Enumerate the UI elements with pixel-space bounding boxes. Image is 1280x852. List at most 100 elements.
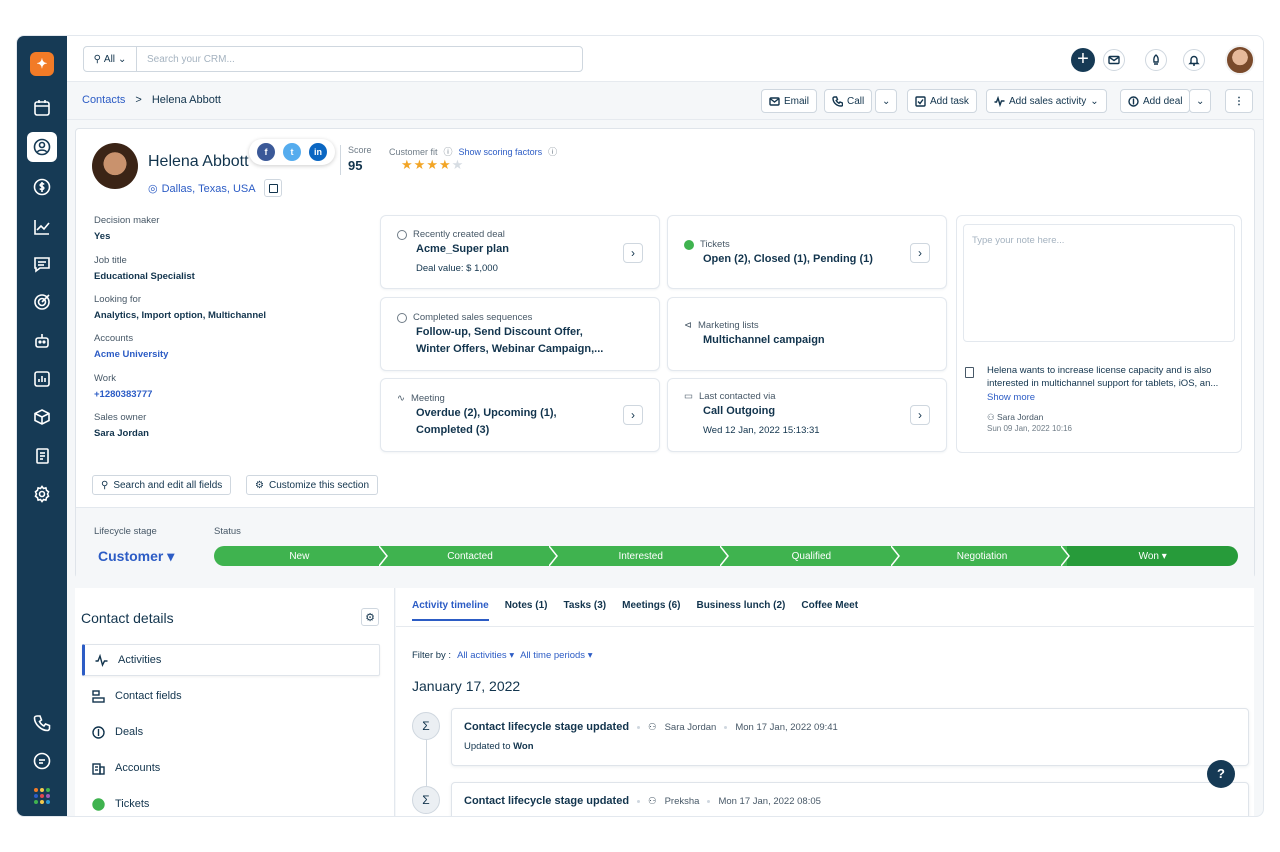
linkedin-icon[interactable]: in — [309, 143, 327, 161]
sigma-icon: Σ — [412, 712, 440, 740]
user-avatar[interactable] — [1225, 45, 1255, 75]
add-task-button[interactable]: Add task — [907, 89, 977, 113]
field-label: Sales owner — [94, 412, 147, 423]
stage-label: New — [289, 550, 310, 562]
deals-icon[interactable] — [27, 172, 57, 202]
phone-link[interactable]: +1280383777 — [94, 389, 152, 400]
timeline-entry-user: Preksha — [664, 795, 700, 807]
show-more-link[interactable]: Show more — [987, 392, 1035, 403]
tile-label: Completed sales sequences — [413, 312, 533, 323]
email-button[interactable]: Email — [761, 89, 818, 113]
products-icon[interactable] — [27, 402, 57, 432]
megaphone-icon: ⊲ — [684, 320, 692, 331]
recent-deal-tile[interactable]: Recently created deal Acme_Super plan De… — [380, 215, 660, 289]
last-contacted-tile[interactable]: ▭ Last contacted via Call Outgoing Wed 12… — [667, 378, 947, 452]
tab-business-lunch[interactable]: Business lunch (2) — [696, 600, 785, 621]
add-deal-dropdown-button[interactable]: ⌄ — [1189, 89, 1212, 113]
sidebar: ✦ — [17, 36, 67, 816]
copy-icon[interactable] — [264, 179, 282, 197]
building-icon — [92, 762, 105, 775]
reports-icon[interactable] — [27, 364, 57, 394]
conversations-icon[interactable] — [27, 249, 57, 279]
call-button[interactable]: Call — [824, 89, 873, 113]
stage-new[interactable]: New — [214, 546, 388, 566]
lifecycle-stage-dropdown[interactable]: Customer ▾ — [98, 548, 174, 565]
tab-tasks[interactable]: Tasks (3) — [564, 600, 607, 621]
help-button[interactable]: ? — [1207, 760, 1235, 788]
field-value: Sara Jordan — [94, 428, 149, 439]
timeline-entry[interactable]: Contact lifecycle stage updated ⚇ Preksh… — [451, 782, 1249, 816]
chevron-right-icon[interactable]: › — [623, 243, 643, 263]
tab-activity-timeline[interactable]: Activity timeline — [412, 600, 489, 621]
bell-icon[interactable] — [1183, 49, 1205, 71]
search-icon: ⚲ — [93, 53, 101, 65]
filter-time-dropdown[interactable]: All time periods ▾ — [520, 650, 592, 661]
nav-contact-fields[interactable]: Contact fields — [82, 680, 380, 712]
timeline-entry-header: Contact lifecycle stage updated ⚇ Preksh… — [464, 795, 1236, 807]
calendar-icon[interactable] — [27, 93, 57, 123]
activity-icon — [994, 95, 1005, 107]
add-deal-button[interactable]: Add deal — [1120, 89, 1191, 113]
stage-interested[interactable]: Interested — [555, 546, 729, 566]
documents-icon[interactable] — [27, 441, 57, 471]
nav-accounts[interactable]: Accounts — [82, 752, 380, 784]
add-sales-activity-button[interactable]: Add sales activity ⌄ — [986, 89, 1107, 113]
search-edit-fields-button[interactable]: ⚲ Search and edit all fields — [92, 475, 232, 495]
contact-location[interactable]: ◎ Dallas, Texas, USA — [148, 182, 256, 196]
nav-tickets[interactable]: Tickets — [82, 788, 380, 816]
app-logo[interactable]: ✦ — [30, 52, 54, 76]
contacts-icon[interactable] — [27, 132, 57, 162]
tab-notes[interactable]: Notes (1) — [505, 600, 548, 621]
mail-icon — [769, 96, 780, 106]
tab-meetings[interactable]: Meetings (6) — [622, 600, 680, 621]
stage-negotiation[interactable]: Negotiation — [896, 546, 1071, 566]
gear-icon: ⚙ — [255, 479, 264, 491]
tile-value: Call Outgoing — [703, 405, 776, 417]
sequence-icon — [397, 312, 407, 323]
quick-add-button[interactable]: + — [1071, 48, 1095, 72]
apps-icon[interactable] — [34, 788, 50, 804]
nav-deals[interactable]: Deals — [82, 716, 380, 748]
field-decision-maker: Decision maker Yes — [94, 215, 159, 242]
settings-icon[interactable] — [27, 479, 57, 509]
bot-icon[interactable] — [27, 326, 57, 356]
stage-contacted[interactable]: Contacted — [384, 546, 559, 566]
stage-label: Won ▾ — [1138, 550, 1167, 562]
filter-activities-dropdown[interactable]: All activities ▾ — [457, 650, 514, 661]
search-scope-dropdown[interactable]: ⚲ All ⌄ — [84, 47, 137, 71]
note-input[interactable]: Type your note here... — [963, 224, 1235, 342]
gear-icon[interactable]: ⚙ — [361, 608, 379, 626]
chevron-right-icon[interactable]: › — [623, 405, 643, 425]
twitter-icon[interactable]: t — [283, 143, 301, 161]
sales-sequences-tile[interactable]: Completed sales sequences Follow-up, Sen… — [380, 297, 660, 371]
mail-icon[interactable] — [1103, 49, 1125, 71]
marketing-lists-tile[interactable]: ⊲ Marketing lists Multichannel campaign — [667, 297, 947, 371]
call-dropdown-button[interactable]: ⌄ — [875, 89, 898, 113]
chevron-right-icon[interactable]: › — [910, 405, 930, 425]
phone-icon[interactable] — [27, 708, 57, 738]
analytics-icon[interactable] — [27, 212, 57, 242]
tile-label: Meeting — [410, 393, 445, 404]
facebook-icon[interactable]: f — [257, 143, 275, 161]
more-options-button[interactable]: ⋮ — [1225, 89, 1253, 113]
tickets-tile[interactable]: Tickets Open (2), Closed (1), Pending (1… — [667, 215, 947, 289]
chevron-right-icon[interactable]: › — [910, 243, 930, 263]
breadcrumb-contacts-link[interactable]: Contacts — [82, 94, 125, 106]
rocket-icon[interactable] — [1145, 49, 1167, 71]
timeline-entry[interactable]: Contact lifecycle stage updated ⚇ Sara J… — [451, 708, 1249, 766]
goals-icon[interactable] — [27, 287, 57, 317]
stage-qualified[interactable]: Qualified — [726, 546, 900, 566]
stage-won[interactable]: Won ▾ — [1067, 546, 1239, 566]
meeting-tile[interactable]: ∿ Meeting Overdue (2), Upcoming (1), Comp… — [380, 378, 660, 452]
star-icon: ★ — [438, 157, 452, 172]
customize-section-button[interactable]: ⚙ Customize this section — [246, 475, 379, 495]
show-scoring-factors-link[interactable]: Show scoring factors — [459, 147, 543, 157]
nav-activities[interactable]: Activities — [82, 644, 380, 676]
breadcrumb: Contacts > Helena Abbott — [82, 94, 221, 106]
tab-coffee-meet[interactable]: Coffee Meet — [801, 600, 858, 621]
account-link[interactable]: Acme University — [94, 349, 168, 360]
field-value: Educational Specialist — [94, 271, 195, 282]
search-input[interactable] — [137, 47, 582, 71]
tile-value: Multichannel campaign — [703, 334, 825, 346]
chat-icon[interactable] — [27, 746, 57, 776]
